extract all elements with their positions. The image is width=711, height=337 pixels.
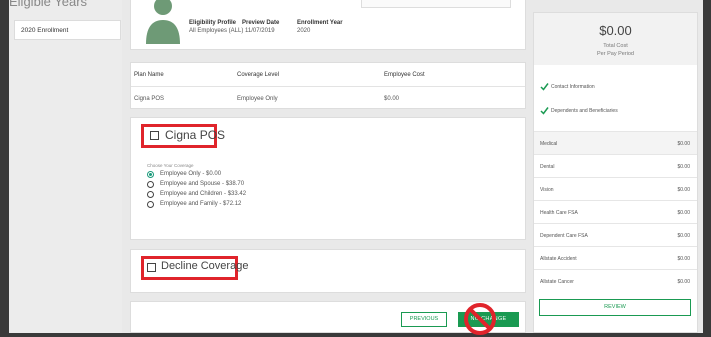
benefit-cost: $0.00 (677, 164, 690, 170)
benefit-name: Medical (540, 141, 558, 147)
eligibility-label: Eligibility Profile (189, 20, 237, 26)
benefit-cost: $0.00 (677, 141, 690, 147)
radio[interactable] (147, 181, 154, 188)
column-header-plan-name: Plan Name (134, 72, 164, 78)
person-silhouette-icon (146, 0, 180, 44)
benefit-row-dental[interactable]: Dental $0.00 (534, 154, 697, 177)
check-label: Contact Information (551, 84, 595, 90)
check-dependents-beneficiaries[interactable]: Dependents and Beneficiaries (540, 107, 690, 116)
benefit-cost: $0.00 (677, 210, 690, 216)
cell-plan-name: Cigna POS (134, 96, 165, 102)
benefit-row-allstate-accident[interactable]: Allstate Accident $0.00 (534, 246, 697, 269)
coverage-option-employee-only[interactable]: Employee Only - $0.00 (147, 171, 347, 179)
no-sign-icon (464, 303, 496, 335)
left-sidebar (9, 0, 122, 333)
preview-date-label: Preview Date (242, 20, 280, 26)
navigation-bar: PREVIOUS NO CHANGE (130, 301, 526, 335)
benefit-row-dependent-care-fsa[interactable]: Dependent Care FSA $0.00 (534, 223, 697, 246)
benefit-name: Dental (540, 164, 555, 170)
preview-date: Preview Date 11/07/2019 (242, 19, 279, 35)
cell-coverage-level: Employee Only (237, 96, 278, 102)
check-label: Dependents and Beneficiaries (551, 108, 618, 114)
benefit-name: Allstate Accident (540, 256, 577, 262)
sidebar-title: Eligible Years (9, 0, 88, 9)
window-frame-bottom (0, 333, 711, 337)
review-button[interactable]: REVIEW (539, 299, 691, 316)
eligibility-value: All Employees (ALL) (189, 28, 244, 34)
coverage-option-label: Employee and Family - $72.12 (160, 201, 242, 207)
decline-coverage-card: Decline Coverage (130, 249, 526, 293)
enrollment-year-value: 2020 (297, 28, 311, 34)
benefit-name: Health Care FSA (540, 210, 578, 216)
per-pay-period-label: Per Pay Period (597, 51, 634, 57)
cell-employee-cost: $0.00 (384, 96, 400, 102)
decline-title: Decline Coverage (161, 260, 249, 272)
plan-option-card: Cigna POS Choose Your Coverage Employee … (130, 117, 526, 240)
coverage-option-employee-spouse[interactable]: Employee and Spouse - $38.70 (147, 181, 347, 189)
enrollment-year-label: Enrollment Year (297, 20, 343, 26)
benefit-name: Allstate Cancer (540, 279, 574, 285)
plan-summary-table: Plan Name Coverage Level Employee Cost C… (130, 62, 526, 109)
total-cost-value: $0.00 (599, 23, 632, 38)
checkmark-icon (540, 83, 549, 91)
coverage-option-employee-children[interactable]: Employee and Children - $33.42 (147, 191, 347, 199)
window-frame-left (0, 0, 9, 337)
preview-date-value: 11/07/2019 (245, 28, 275, 34)
benefit-row-medical[interactable]: Medical $0.00 (534, 131, 697, 154)
column-header-coverage-level: Coverage Level (237, 72, 280, 78)
check-contact-information[interactable]: Contact Information (540, 83, 690, 92)
benefit-cost: $0.00 (677, 256, 690, 262)
benefit-name: Vision (540, 187, 554, 193)
sidebar-item-2020-enrollment[interactable]: 2020 Enrollment (14, 20, 121, 40)
benefit-cost: $0.00 (677, 187, 690, 193)
benefit-cost: $0.00 (677, 233, 690, 239)
total-cost-label: Total Cost (603, 43, 628, 49)
coverage-option-label: Employee and Children - $33.42 (160, 191, 247, 197)
radio[interactable] (147, 191, 154, 198)
coverage-option-label: Employee Only - $0.00 (160, 171, 222, 177)
table-divider (131, 86, 525, 87)
top-info-box (361, 0, 511, 8)
profile-card: Eligibility Profile All Employees (ALL) … (130, 0, 526, 50)
decline-checkbox[interactable] (147, 263, 156, 272)
summary-panel: $0.00 Total Cost Per Pay Period Contact … (533, 12, 698, 333)
benefit-cost: $0.00 (677, 279, 690, 285)
plan-checkbox[interactable] (150, 131, 159, 140)
radio-selected[interactable] (147, 171, 154, 178)
coverage-option-employee-family[interactable]: Employee and Family - $72.12 (147, 201, 347, 209)
window-frame-right (703, 0, 711, 337)
choose-coverage-label: Choose Your Coverage (147, 163, 194, 168)
total-cost-box: $0.00 Total Cost Per Pay Period (534, 13, 697, 65)
radio[interactable] (147, 201, 154, 208)
eligibility-profile: Eligibility Profile All Employees (ALL) (189, 19, 243, 35)
previous-button[interactable]: PREVIOUS (401, 312, 447, 327)
benefit-row-health-care-fsa[interactable]: Health Care FSA $0.00 (534, 200, 697, 223)
benefit-row-vision[interactable]: Vision $0.00 (534, 177, 697, 200)
enrollment-year: Enrollment Year 2020 (297, 19, 343, 35)
checkmark-icon (540, 107, 549, 115)
plan-title: Cigna POS (165, 128, 226, 142)
coverage-option-label: Employee and Spouse - $38.70 (160, 181, 245, 187)
benefit-row-allstate-cancer[interactable]: Allstate Cancer $0.00 (534, 269, 697, 292)
column-header-employee-cost: Employee Cost (384, 72, 425, 78)
benefit-name: Dependent Care FSA (540, 233, 588, 239)
